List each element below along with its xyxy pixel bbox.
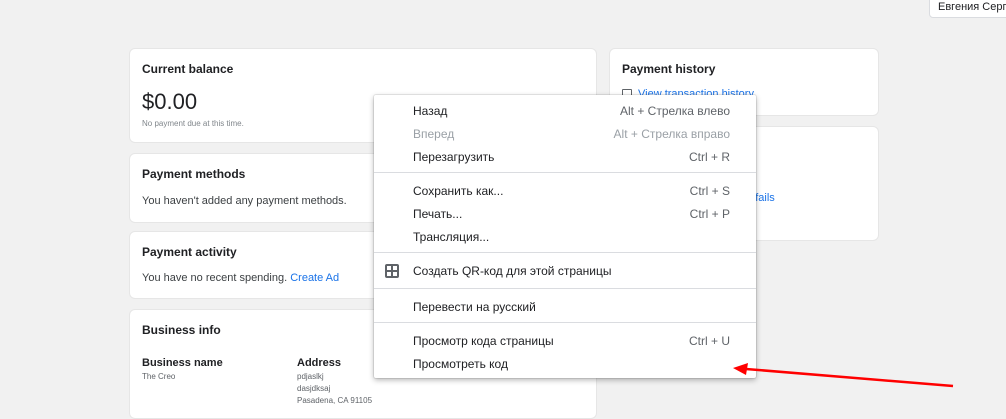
annotation-arrow (733, 363, 954, 388)
arrow-shaft (745, 367, 954, 388)
arrow-head (733, 363, 748, 375)
